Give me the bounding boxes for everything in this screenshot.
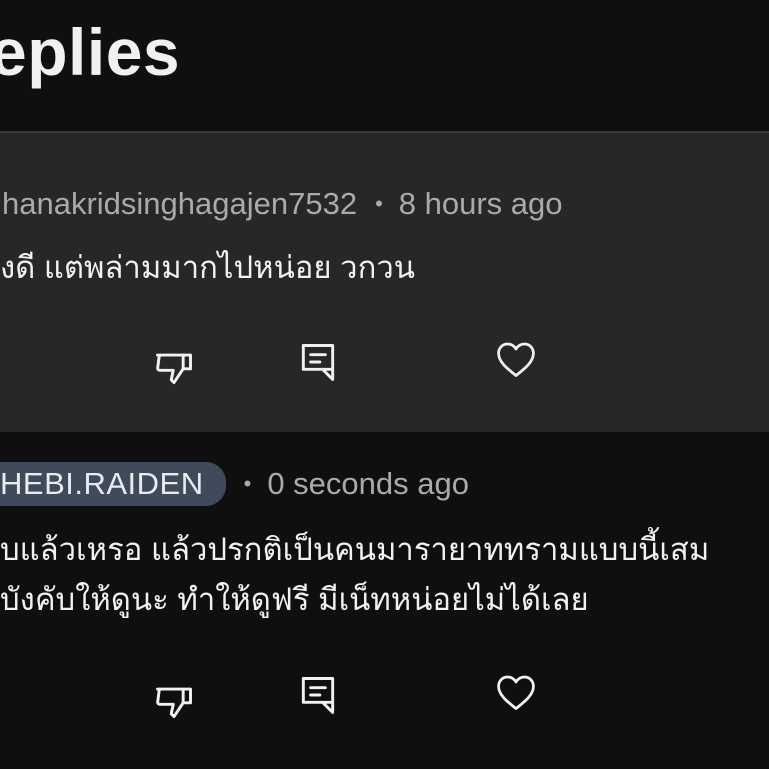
- heart-icon: [497, 675, 535, 710]
- comment-meta: hanakridsinghagajen7532 • 8 hours ago: [2, 186, 563, 222]
- reply-button[interactable]: [296, 340, 340, 384]
- page-title: eplies: [0, 15, 181, 89]
- meta-separator: •: [375, 191, 383, 216]
- comment-text: งดี แต่พล่ามมากไปหน่อย วกวน: [0, 250, 415, 285]
- comment-author-badge[interactable]: HEBI.RAIDEN: [0, 462, 226, 506]
- reply-button[interactable]: [296, 673, 340, 717]
- comment-text-line: บังคับให้ดูนะ ทำให้ดูฟรี มีเน็ทหน่อยไม่ไ…: [0, 582, 589, 617]
- comment-timestamp[interactable]: 8 hours ago: [399, 186, 563, 222]
- comment-timestamp[interactable]: 0 seconds ago: [267, 466, 469, 502]
- like-button[interactable]: [494, 671, 538, 715]
- thumbs-down-icon: [156, 353, 192, 385]
- replies-page: eplies hanakridsinghagajen7532 • 8 hours…: [0, 0, 769, 769]
- dislike-button[interactable]: [152, 345, 196, 389]
- comment-author[interactable]: hanakridsinghagajen7532: [2, 186, 357, 222]
- thumbs-down-icon: [156, 687, 192, 719]
- dislike-button[interactable]: [152, 679, 196, 723]
- meta-separator: •: [243, 471, 252, 496]
- comment-text-line: บแล้วเหรอ แล้วปรกติเป็นคนมารายาททรามแบบน…: [0, 532, 710, 567]
- reply-comment-icon: [301, 677, 335, 714]
- heart-icon: [497, 342, 535, 377]
- like-button[interactable]: [494, 338, 538, 382]
- comment-meta: HEBI.RAIDEN • 0 seconds ago: [0, 462, 469, 506]
- reply-comment-icon: [301, 344, 335, 381]
